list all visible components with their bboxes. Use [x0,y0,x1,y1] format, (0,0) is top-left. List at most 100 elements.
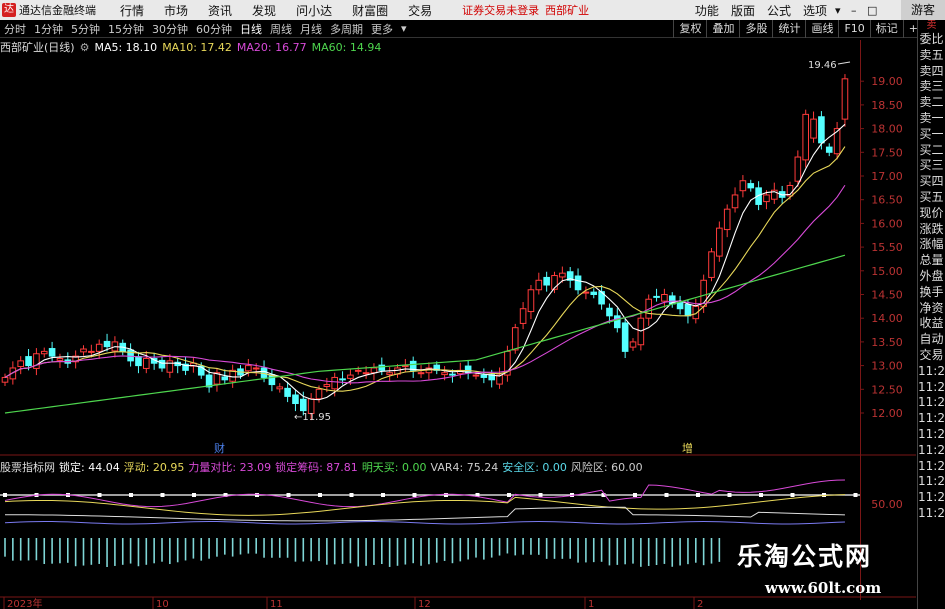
lock-dot [66,493,70,497]
menu-options[interactable]: 选项 [803,2,827,19]
candle-body [370,367,378,374]
candle-body [300,398,307,412]
side-item[interactable]: 涨跌 [918,222,945,238]
minimize-icon[interactable]: – [851,4,863,17]
settings-icon[interactable]: ⚙ [80,41,90,54]
menu-function[interactable]: 功能 [695,2,719,19]
candle-body [143,357,150,369]
period-weekly[interactable]: 周线 [270,21,292,37]
candle-body [700,279,707,307]
side-item[interactable]: 11:29 [918,490,945,506]
tool-overlay[interactable]: 叠加 [706,19,739,38]
side-item[interactable]: 买五 [918,190,945,206]
period-intraday[interactable]: 分时 [4,21,26,37]
period-daily[interactable]: 日线 [240,21,262,37]
lock-dot [160,493,165,497]
candle-body [747,183,755,189]
menu-market[interactable]: 市场 [164,2,188,19]
candle-body [771,189,778,200]
side-item[interactable]: 11:29 [918,411,945,427]
candle-body [182,363,189,371]
candle-body [174,361,181,367]
side-item[interactable]: 买二 [918,143,945,159]
ma5-line [4,123,846,401]
indicator-line-2 [4,506,845,522]
maximize-icon[interactable]: □ [867,4,879,17]
event-mark-increase: 增 [682,441,693,455]
side-item[interactable]: 11:29 [918,459,945,475]
app-logo-icon: 达 [2,3,16,17]
dropdown-icon[interactable]: ▾ [835,4,847,17]
candle-body [292,394,299,405]
side-item[interactable]: 11:29 [918,427,945,443]
main-chart-header: 西部矿业(日线) ⚙ MA5: 18.10 MA10: 17.42 MA20: … [0,40,386,55]
side-item[interactable]: 卖二 [918,95,945,111]
side-item[interactable]: 总量 [918,253,945,269]
period-60min[interactable]: 60分钟 [196,21,232,37]
menu-trade[interactable]: 交易 [408,2,432,19]
tool-f10[interactable]: F10 [838,19,869,38]
candle-body [64,359,72,364]
candle-body [582,291,590,294]
tool-multi-stock[interactable]: 多股 [739,19,772,38]
period-monthly[interactable]: 月线 [300,21,322,37]
candle-body [637,317,645,346]
candle-body [551,275,558,290]
more-chevron-icon[interactable]: ▾ [401,22,407,35]
lock-dot [444,493,448,497]
stock-link[interactable]: 西部矿业 [545,2,589,18]
tool-stats[interactable]: 统计 [772,19,805,38]
side-item[interactable]: 外盘 [918,269,945,285]
side-item[interactable]: 涨幅 [918,237,945,253]
side-item[interactable]: 11:29 [918,395,945,411]
candle-body [347,374,354,379]
tool-rights[interactable]: 复权 [673,19,706,38]
side-item[interactable]: 净资 [918,301,945,317]
period-30min[interactable]: 30分钟 [152,21,188,37]
side-item[interactable]: 收益 [918,316,945,332]
period-more[interactable]: 更多 [371,21,393,37]
app-title: 通达信金融终端 [19,4,96,17]
x-tick-label: 2023年 [7,597,42,609]
side-item[interactable]: 委比 [918,32,945,48]
candle-body [205,374,213,388]
side-item[interactable]: 卖四 [918,64,945,80]
menu-ask[interactable]: 问小达 [296,2,332,19]
period-15min[interactable]: 15分钟 [108,21,144,37]
side-item[interactable]: 换手 [918,285,945,301]
login-notice[interactable]: 证券交易未登录 [462,2,539,18]
side-item[interactable]: 11:29 [918,506,945,522]
candle-body [409,360,417,371]
lock-dot [129,493,133,497]
menu-wealth[interactable]: 财富圈 [352,2,388,19]
lock-dot [696,493,700,497]
tool-mark[interactable]: 标记 [869,19,903,38]
menu-quotes[interactable]: 行情 [120,2,144,19]
side-item[interactable]: 卖三 [918,79,945,95]
period-1min[interactable]: 1分钟 [34,21,63,37]
side-item[interactable]: 卖五 [918,48,945,64]
side-item[interactable]: 11:29 [918,380,945,396]
candle-body [810,118,817,139]
side-item[interactable]: 买三 [918,158,945,174]
menu-news[interactable]: 资讯 [208,2,232,19]
lock-dot [318,493,322,497]
menu-discover[interactable]: 发现 [252,2,276,19]
candle-body [786,184,794,197]
side-item[interactable]: 11:29 [918,364,945,380]
menu-formula[interactable]: 公式 [767,2,791,19]
side-item[interactable]: 买四 [918,174,945,190]
side-item[interactable]: 现价 [918,206,945,222]
period-multi[interactable]: 多周期 [330,21,363,37]
side-item[interactable]: 自动 [918,332,945,348]
period-5min[interactable]: 5分钟 [71,21,100,37]
guest-button[interactable]: 游客 [900,0,945,20]
side-item[interactable]: 交易 [918,348,945,364]
tool-draw[interactable]: 画线 [805,19,838,38]
x-tick-label: 2 [697,599,703,609]
side-item[interactable]: 11:29 [918,474,945,490]
side-item[interactable]: 买一 [918,127,945,143]
side-item[interactable]: 卖一 [918,111,945,127]
menu-layout[interactable]: 版面 [731,2,755,19]
side-item[interactable]: 11:29 [918,443,945,459]
